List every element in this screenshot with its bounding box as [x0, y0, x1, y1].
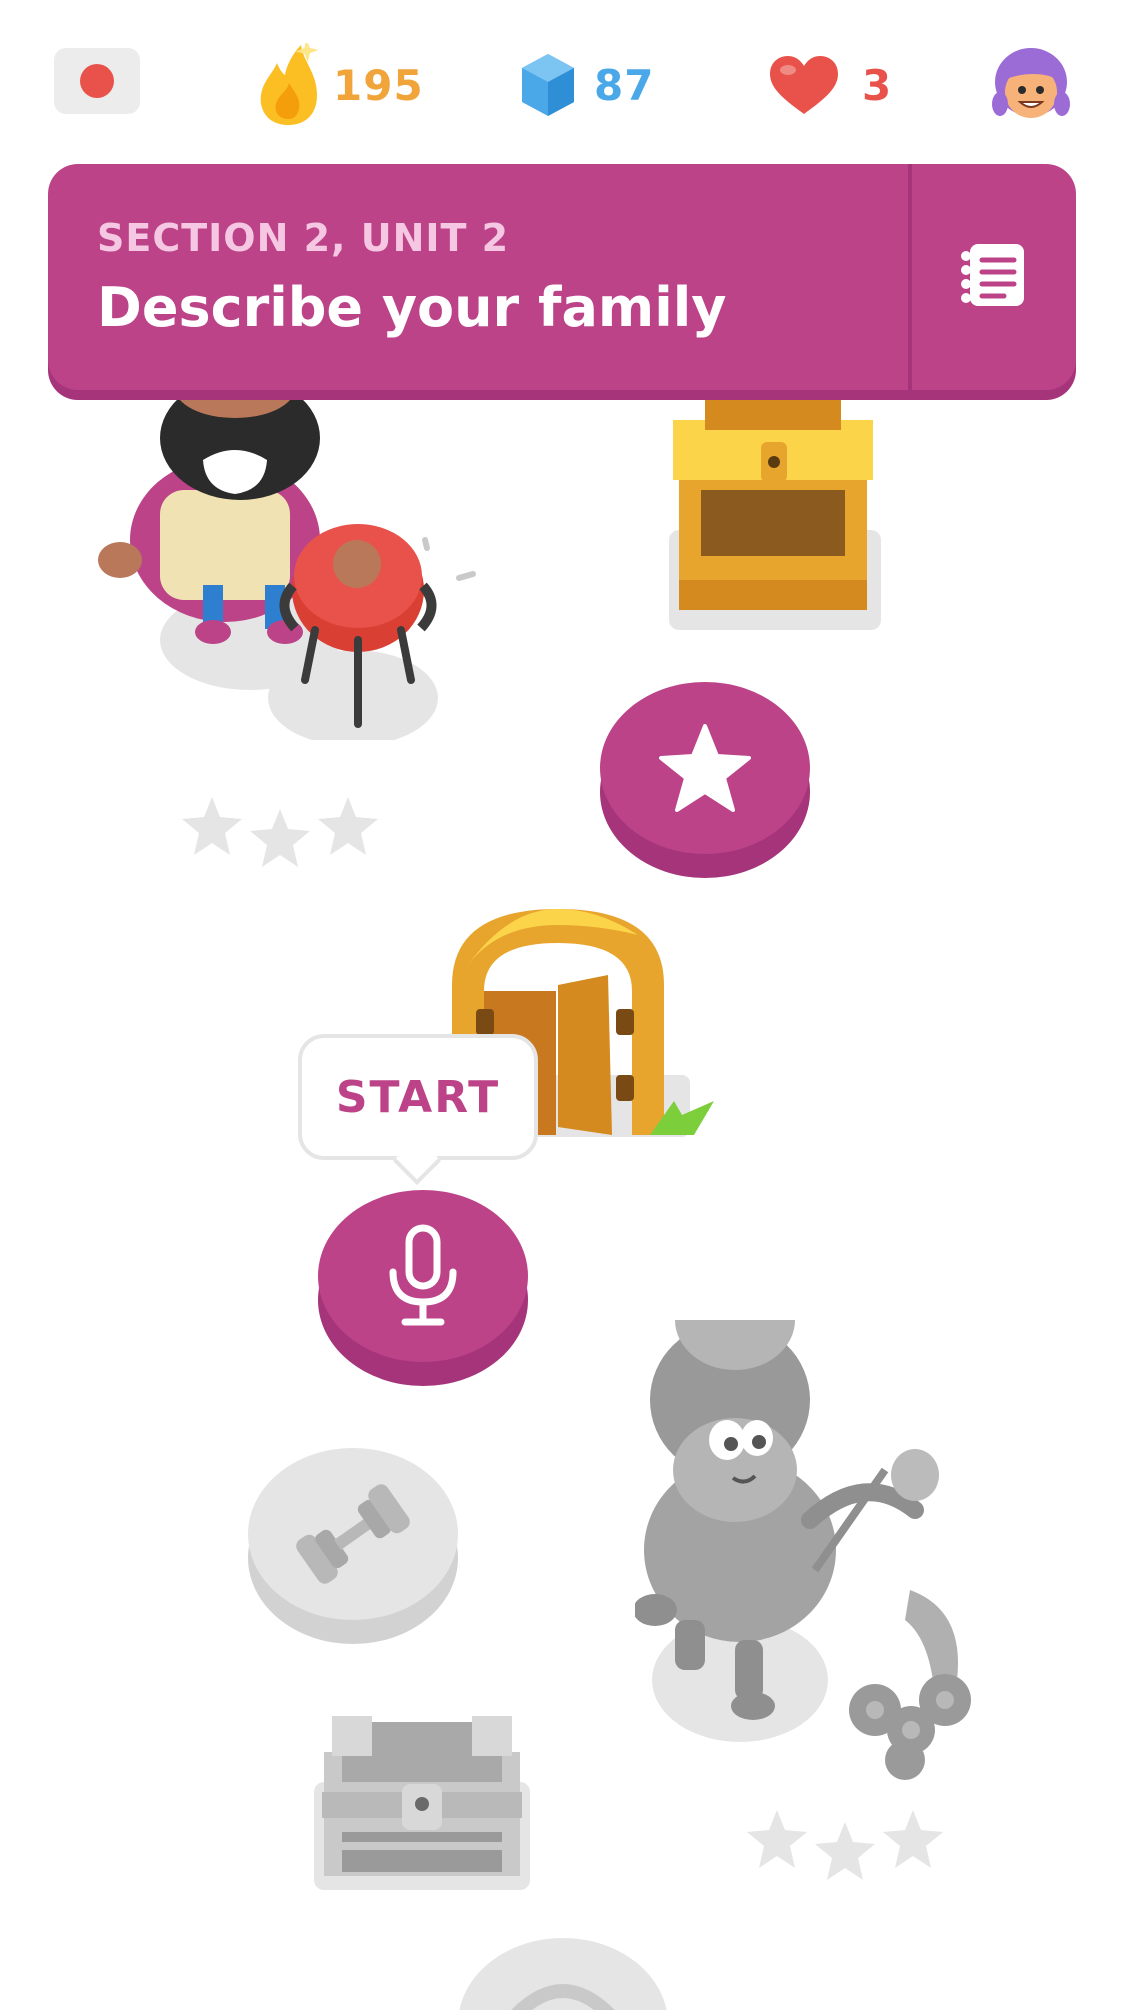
flame-icon [260, 43, 319, 125]
level-stars-2 [745, 1808, 945, 1888]
heart-icon [770, 56, 838, 114]
gem-icon [522, 54, 574, 116]
microphone-icon [389, 1224, 457, 1326]
next-node-partial[interactable] [458, 1938, 668, 2010]
chef-character-illustration [95, 358, 495, 746]
dumbbell-icon [296, 1484, 410, 1584]
notebook-icon [961, 244, 1024, 306]
level-stars-1 [180, 795, 380, 875]
gems-count: 87 [594, 60, 655, 110]
japan-flag-icon [80, 64, 114, 98]
gardener-character-illustration [633, 1270, 990, 1780]
lesson-node-current[interactable] [318, 1190, 528, 1386]
streak-counter[interactable]: 195 [255, 40, 424, 130]
avatar-button[interactable] [990, 44, 1072, 126]
start-tooltip[interactable]: START [298, 1034, 538, 1186]
language-flag-button[interactable] [54, 48, 140, 114]
guidebook-button[interactable] [958, 240, 1028, 310]
treasure-chest-locked[interactable] [312, 1712, 532, 1892]
avatar-icon [992, 48, 1070, 118]
hearts-count: 3 [862, 60, 893, 110]
lesson-node-star[interactable] [600, 682, 810, 878]
hearts-counter[interactable]: 3 [768, 40, 892, 130]
lesson-node-practice-locked[interactable] [248, 1448, 458, 1644]
tooltip-tail [392, 1136, 442, 1186]
unit-title: Describe your family [97, 276, 727, 339]
gems-counter[interactable]: 87 [520, 40, 654, 130]
treasure-chest-unlocked[interactable] [665, 390, 885, 640]
unit-header-banner: SECTION 2, UNIT 2 Describe your family [48, 164, 1076, 390]
star-icon [659, 724, 751, 812]
streak-count: 195 [333, 60, 424, 110]
start-label: START [335, 1071, 501, 1123]
banner-divider [908, 164, 912, 390]
section-label: SECTION 2, UNIT 2 [97, 216, 510, 260]
